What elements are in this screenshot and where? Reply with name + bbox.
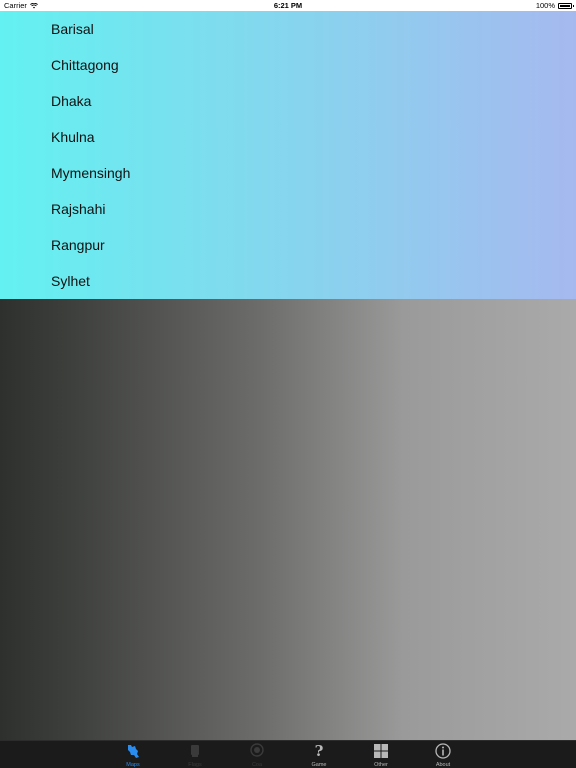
status-bar: Carrier 6:21 PM 100% — [0, 0, 576, 11]
info-icon — [435, 743, 451, 759]
emblem-icon — [249, 743, 265, 759]
info-icon-graphic — [435, 743, 451, 759]
tab-game[interactable]: ? Game — [294, 741, 344, 768]
tab-label: Game — [311, 762, 327, 768]
list-item[interactable]: Khulna — [51, 119, 531, 155]
tab-label: Flags — [188, 762, 202, 768]
app-screen: Carrier 6:21 PM 100% Barisal Chittagong Dh… — [0, 0, 576, 768]
map-icon-graphic — [128, 745, 139, 758]
list-item[interactable]: Dhaka — [51, 83, 531, 119]
status-time: 6:21 PM — [273, 1, 303, 10]
question-icon: ? — [311, 742, 327, 760]
tab-label: Coa — [251, 762, 263, 768]
svg-text:?: ? — [315, 743, 324, 759]
tab-maps[interactable]: Maps — [108, 741, 158, 768]
tab-label: About — [435, 762, 451, 768]
tab-about[interactable]: About — [418, 741, 468, 768]
list-item[interactable]: Barisal — [51, 11, 531, 47]
list-item[interactable]: Mymensingh — [51, 155, 531, 191]
list-item[interactable]: Sylhet — [51, 263, 531, 299]
map-icon — [125, 743, 141, 759]
battery-fill — [560, 4, 570, 7]
tab-bar: Maps Flags Coa? Game Other About — [0, 740, 576, 768]
tab-flags: Flags — [170, 741, 220, 768]
status-right: 100% — [535, 1, 574, 10]
tab-label: Maps — [126, 762, 140, 768]
flag-icon — [187, 743, 203, 759]
division-list: Barisal Chittagong Dhaka Khulna Mymensingh Ra… — [0, 11, 576, 299]
content-area — [0, 299, 576, 740]
question-icon-graphic: ? — [315, 742, 324, 760]
list-item[interactable]: Rajshahi — [51, 191, 531, 227]
tab-coa: Coa — [232, 741, 282, 768]
grid-icon-graphic — [374, 744, 388, 758]
tab-label: Other — [374, 762, 388, 768]
emblem-icon-graphic — [250, 743, 264, 757]
grid-icon — [373, 743, 389, 759]
flag-icon-graphic — [191, 745, 199, 757]
list-item[interactable]: Rangpur — [51, 227, 531, 263]
battery-percent: 100% — [535, 1, 555, 10]
battery-icon — [558, 2, 574, 9]
tab-other[interactable]: Other — [356, 741, 406, 768]
list-item[interactable]: Chittagong — [51, 47, 531, 83]
